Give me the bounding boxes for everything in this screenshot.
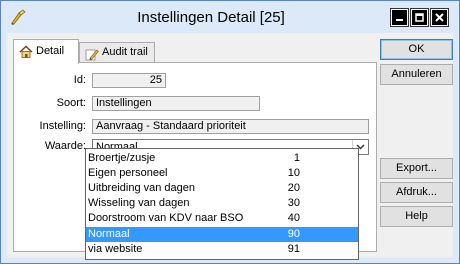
option-label: Uitbreiding van dagen: [88, 182, 196, 194]
minimize-icon: [396, 19, 403, 21]
maximize-icon: [415, 13, 424, 22]
minimize-button[interactable]: [390, 8, 409, 27]
option-label: Doorstroom van KDV naar BSO: [88, 212, 244, 224]
export-button[interactable]: Export...: [380, 158, 453, 179]
dropdown-option[interactable]: Broertje/zusje 1: [86, 151, 358, 166]
help-button[interactable]: Help: [380, 206, 453, 227]
option-label: Normaal: [88, 228, 130, 240]
option-code: 20: [287, 182, 300, 194]
close-button[interactable]: [430, 8, 449, 27]
dropdown-option[interactable]: Uitbreiding van dagen 20: [86, 181, 358, 196]
afdruk-button[interactable]: Afdruk...: [380, 182, 453, 203]
option-code: 90: [287, 228, 300, 240]
maximize-button[interactable]: [410, 8, 429, 27]
id-label: Id:: [73, 74, 86, 86]
option-label: Wisseling van dagen: [88, 197, 190, 209]
tab-audit-trail[interactable]: Audit trail: [79, 42, 155, 63]
window-title: Instellingen Detail [25]: [137, 9, 285, 26]
close-icon: [435, 13, 444, 22]
dropdown-option-selected[interactable]: Normaal 90: [86, 227, 358, 242]
dropdown-option[interactable]: Eigen personeel 10: [86, 166, 358, 181]
soort-label: Soort:: [56, 97, 86, 109]
pencil-icon: [85, 49, 99, 61]
instelling-field[interactable]: Aanvraag - Standaard prioriteit: [92, 119, 369, 134]
tab-detail[interactable]: Detail: [13, 39, 79, 64]
dropdown-option[interactable]: via website 91: [86, 242, 358, 257]
soort-field[interactable]: Instellingen: [92, 96, 260, 111]
id-field[interactable]: 25: [92, 73, 166, 88]
option-label: Eigen personeel: [88, 167, 168, 179]
house-icon: [19, 45, 33, 58]
instelling-label: Instelling:: [39, 120, 86, 132]
waarde-dropdown-list[interactable]: Broertje/zusje 1 Eigen personeel 10 Uitb…: [85, 148, 359, 260]
option-label: Broertje/zusje: [88, 152, 156, 164]
waarde-label: Waarde:: [44, 140, 86, 152]
dropdown-option[interactable]: Wisseling van dagen 30: [86, 196, 358, 211]
option-code: 40: [287, 212, 300, 224]
option-code: 10: [287, 167, 300, 179]
tab-audit-trail-label: Audit trail: [102, 46, 148, 58]
option-code: 91: [287, 243, 300, 255]
ok-button[interactable]: OK: [380, 39, 453, 60]
title-bar[interactable]: Instellingen Detail [25]: [1, 1, 459, 33]
dialog-window: Instellingen Detail [25] Detail Audit tr…: [0, 0, 460, 264]
tab-detail-label: Detail: [36, 45, 65, 57]
option-code: 1: [293, 152, 300, 164]
dropdown-option[interactable]: Doorstroom van KDV naar BSO 40: [86, 211, 358, 226]
option-label: via website: [88, 243, 143, 255]
tab-strip: Detail Audit trail: [13, 39, 377, 64]
option-code: 30: [287, 197, 300, 209]
annuleren-button[interactable]: Annuleren: [380, 64, 453, 85]
